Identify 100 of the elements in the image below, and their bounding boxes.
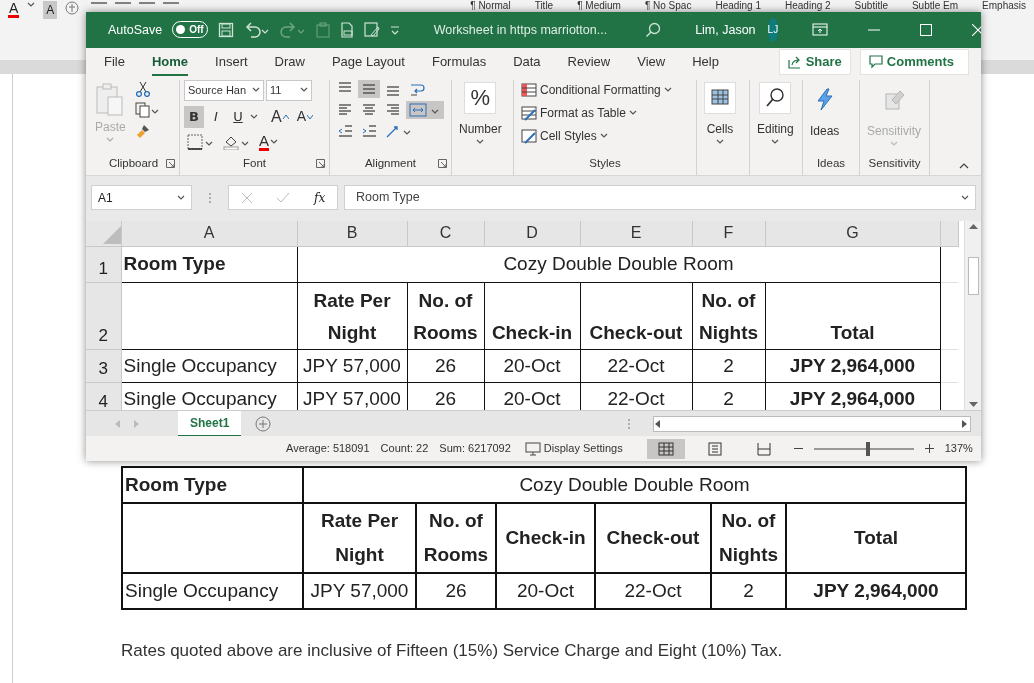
ribbon-button[interactable]: Cells: [701, 79, 739, 148]
row-header[interactable]: 2: [86, 282, 121, 350]
comments-button[interactable]: Comments: [859, 49, 969, 75]
print-preview-icon[interactable]: [339, 21, 354, 38]
merge-center-button[interactable]: [406, 100, 444, 119]
maximize-icon[interactable]: [920, 23, 933, 36]
style-gallery-item[interactable]: ¶ Normal: [470, 0, 511, 11]
menu-tab[interactable]: File: [104, 47, 125, 77]
caret-icon[interactable]: [27, 1, 36, 9]
form-icon[interactable]: [363, 21, 380, 38]
ribbon-button[interactable]: Ideas: [807, 79, 843, 142]
display-settings-button[interactable]: Display Settings: [521, 439, 626, 458]
save-icon[interactable]: [217, 21, 234, 38]
row-header[interactable]: 3: [86, 349, 121, 383]
column-header[interactable]: E: [580, 221, 692, 247]
cell[interactable]: No. of Nights: [692, 282, 765, 350]
search-icon[interactable]: [645, 21, 662, 38]
add-sheet-icon[interactable]: [255, 415, 272, 432]
style-gallery-item[interactable]: ¶ Medium: [577, 0, 621, 11]
cell[interactable]: 22-Oct: [580, 349, 692, 383]
font-name-field[interactable]: Source Han: [184, 79, 264, 101]
styles-menu-button[interactable]: Cell Styles: [518, 125, 675, 146]
cell[interactable]: JPY 2,964,000: [765, 349, 940, 383]
styles-menu-button[interactable]: Format as Table: [518, 102, 675, 123]
caret-icon: [177, 193, 185, 202]
menu-tab[interactable]: Help: [692, 47, 719, 77]
check-icon[interactable]: [276, 191, 291, 204]
dialog-launcher-icon[interactable]: [166, 158, 175, 168]
sheet-tab[interactable]: Sheet1: [178, 410, 242, 437]
increase-font-button[interactable]: A: [268, 103, 292, 130]
style-gallery-item[interactable]: ¶ No Spac: [644, 0, 692, 11]
formula-field[interactable]: Room Type: [344, 185, 976, 211]
insert-function-button[interactable]: fx: [314, 188, 326, 207]
shading-button[interactable]: A: [43, 1, 58, 19]
menu-tab[interactable]: Draw: [274, 47, 305, 77]
ribbon-display-icon[interactable]: [812, 22, 829, 37]
cell[interactable]: Room Type: [121, 246, 297, 283]
name-box[interactable]: A1: [91, 185, 192, 211]
caret-icon[interactable]: [250, 112, 258, 121]
style-gallery-item[interactable]: Emphasis: [982, 0, 1026, 11]
font-color-button[interactable]: A: [256, 132, 281, 152]
menu-tab[interactable]: Data: [513, 47, 541, 77]
cell[interactable]: Check-in: [484, 282, 580, 350]
font-style-button[interactable]: B: [184, 106, 204, 128]
cell[interactable]: Rate Per Night: [297, 282, 407, 350]
menu-tab[interactable]: Formulas: [431, 47, 487, 77]
style-gallery-item[interactable]: Heading 2: [785, 0, 831, 11]
cell[interactable]: 26: [407, 349, 484, 383]
menu-tab[interactable]: Insert: [215, 47, 248, 77]
column-header[interactable]: F: [692, 221, 765, 247]
styles-menu-button[interactable]: Conditional Formatting: [518, 79, 675, 100]
zoom-in-icon[interactable]: [924, 444, 934, 454]
font-size-field[interactable]: 11: [266, 79, 312, 101]
cell[interactable]: Check-out: [580, 282, 692, 350]
undo-icon[interactable]: [243, 21, 270, 38]
style-gallery-item[interactable]: Subtle Em: [911, 0, 959, 11]
cell[interactable]: No. of Rooms: [407, 282, 484, 350]
row-header[interactable]: 1: [86, 246, 121, 283]
font-color-button[interactable]: A: [8, 1, 20, 18]
ribbon-button[interactable]: Editing: [754, 79, 797, 148]
middle-align-button[interactable]: [358, 79, 380, 98]
menu-tab[interactable]: Page Layout: [331, 47, 405, 77]
style-gallery-item[interactable]: Heading 1: [715, 0, 761, 11]
close-icon[interactable]: [972, 23, 981, 36]
copy-icon: [134, 101, 161, 118]
clipboard-icon[interactable]: [315, 21, 330, 38]
font-style-button[interactable]: U: [228, 106, 248, 128]
column-header[interactable]: C: [407, 221, 484, 247]
share-button[interactable]: Share: [778, 49, 851, 75]
cell[interactable]: 20-Oct: [484, 349, 580, 383]
cell[interactable]: 2: [692, 349, 765, 383]
column-header[interactable]: D: [484, 221, 580, 247]
column-header[interactable]: A: [121, 221, 297, 247]
view-button[interactable]: [646, 438, 685, 459]
column-header[interactable]: G: [765, 221, 940, 247]
scroll-up-icon[interactable]: [968, 223, 978, 230]
dialog-launcher-icon[interactable]: [316, 158, 325, 168]
menu-tab[interactable]: Review: [567, 47, 611, 77]
font-style-button[interactable]: I: [206, 106, 226, 128]
menu-tab[interactable]: View: [637, 47, 666, 77]
cell[interactable]: Cozy Double Double Room: [297, 246, 940, 283]
column-header[interactable]: B: [297, 221, 407, 247]
scroll-left-icon[interactable]: [654, 419, 662, 428]
zoom-level[interactable]: 137%: [944, 440, 973, 457]
collapse-ribbon-icon[interactable]: [959, 162, 969, 170]
customize-caret-icon[interactable]: [389, 24, 400, 35]
style-gallery-item[interactable]: Title: [534, 0, 554, 11]
character-border-icon[interactable]: [65, 1, 80, 15]
scrollbar-thumb[interactable]: [967, 256, 979, 295]
dialog-launcher-icon[interactable]: [438, 158, 447, 168]
cell[interactable]: Single Occupancy: [121, 349, 297, 383]
zoom-slider-thumb[interactable]: [865, 441, 870, 456]
cell[interactable]: Total: [765, 282, 940, 350]
row-header[interactable]: 4: [86, 382, 121, 411]
cell[interactable]: JPY 57,000: [297, 349, 407, 383]
decrease-font-button[interactable]: A: [293, 105, 316, 129]
horizontal-scrollbar[interactable]: [653, 415, 971, 432]
avatar[interactable]: LJ: [767, 17, 779, 42]
style-gallery-item[interactable]: Subtitle: [854, 0, 888, 11]
number-format-button[interactable]: % Number: [456, 79, 505, 148]
